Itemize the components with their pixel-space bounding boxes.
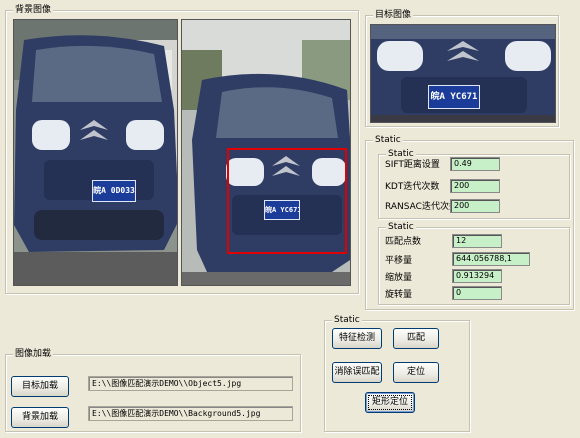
- locate-button[interactable]: 定位: [393, 362, 439, 383]
- license-plate-left: 皖A 0D033: [92, 180, 136, 202]
- background-image-title: 背景图像: [13, 4, 54, 16]
- car-photo-left: [14, 20, 177, 285]
- match-location-rectangle: [227, 148, 347, 254]
- static-results-title: Static: [386, 221, 416, 233]
- image-loading-title: 图像加载: [13, 348, 54, 360]
- translation-label: 平移量: [385, 256, 413, 266]
- target-image-title: 目标图像: [373, 9, 414, 21]
- background-photo-left: 皖A 0D033: [13, 19, 178, 286]
- translation-field[interactable]: 644.056788,1: [452, 252, 530, 266]
- background-path-field[interactable]: E:\\图像匹配演示DEMO\\Background5.jpg: [88, 406, 293, 421]
- static-actions-title: Static: [332, 314, 362, 326]
- feature-detect-button[interactable]: 特征检测: [332, 328, 382, 349]
- license-plate-target: 皖A YC671: [428, 85, 480, 109]
- ransac-iterations-label: RANSAC迭代次数: [385, 202, 458, 212]
- rect-locate-button[interactable]: 矩形定位: [365, 392, 415, 413]
- target-path-field[interactable]: E:\\图像匹配演示DEMO\\Object5.jpg: [88, 376, 293, 391]
- remove-mismatch-button[interactable]: 消除误匹配: [332, 362, 382, 383]
- sift-distance-label: SIFT距离设置: [385, 160, 440, 170]
- load-target-button[interactable]: 目标加载: [11, 376, 69, 397]
- target-photo: 皖A YC671: [370, 24, 556, 123]
- ransac-iterations-field[interactable]: 200: [450, 199, 500, 213]
- kdt-iterations-label: KDT迭代次数: [385, 182, 440, 192]
- scale-label: 缩放量: [385, 273, 413, 283]
- match-count-label: 匹配点数: [385, 237, 422, 247]
- match-count-field[interactable]: 12: [452, 234, 502, 248]
- kdt-iterations-field[interactable]: 200: [450, 179, 500, 193]
- rotation-field[interactable]: 0: [452, 286, 502, 300]
- background-photo-right: 皖A YC671: [181, 19, 351, 286]
- match-button[interactable]: 匹配: [393, 328, 439, 349]
- sift-distance-field[interactable]: 0.49: [450, 157, 500, 171]
- rotation-label: 旋转量: [385, 290, 413, 300]
- load-background-button[interactable]: 背景加载: [11, 407, 69, 428]
- scale-field[interactable]: 0.913294: [452, 269, 502, 283]
- static-outer-title: Static: [373, 134, 403, 146]
